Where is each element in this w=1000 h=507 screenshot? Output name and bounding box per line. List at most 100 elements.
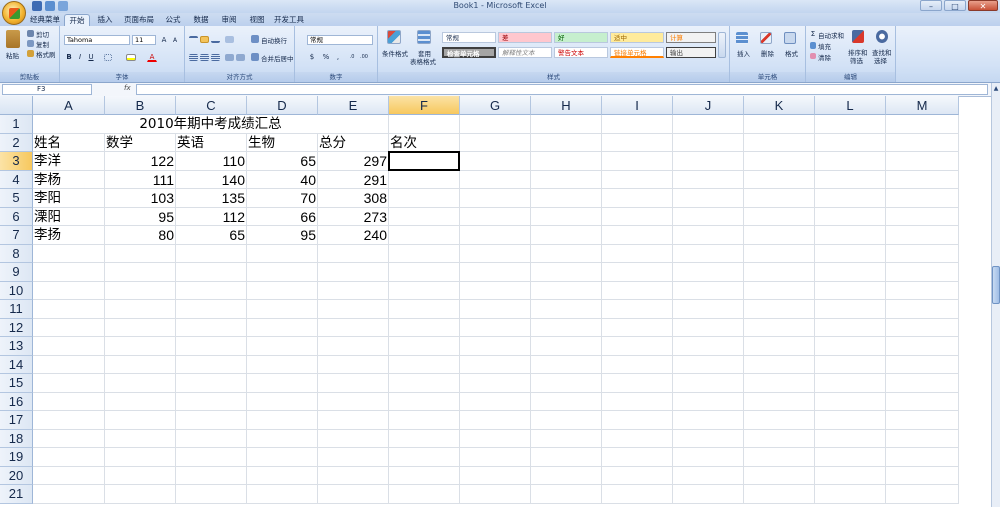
cell[interactable] xyxy=(460,133,531,152)
font-name-combo[interactable]: Tahoma xyxy=(64,35,130,45)
header-cell[interactable]: 名次 xyxy=(389,133,460,152)
cell[interactable] xyxy=(460,170,531,189)
cell[interactable] xyxy=(389,374,460,393)
cell[interactable] xyxy=(815,281,886,300)
cell[interactable] xyxy=(886,300,959,319)
format-cells-icon[interactable] xyxy=(784,32,796,44)
cell[interactable] xyxy=(105,392,176,411)
cell[interactable] xyxy=(389,115,460,134)
cell[interactable] xyxy=(460,189,531,208)
cell[interactable] xyxy=(176,318,247,337)
cell[interactable] xyxy=(531,485,602,504)
fill-button[interactable]: 填充 xyxy=(818,41,831,51)
cell[interactable] xyxy=(318,355,389,374)
row-header-15[interactable]: 15 xyxy=(0,374,33,393)
cell[interactable] xyxy=(105,318,176,337)
cell[interactable] xyxy=(815,263,886,282)
cut-button[interactable]: 剪切 xyxy=(36,29,49,39)
cell[interactable] xyxy=(531,226,602,245)
column-header-j[interactable]: J xyxy=(673,96,744,115)
cell[interactable] xyxy=(815,374,886,393)
align-middle-icon[interactable] xyxy=(200,36,209,43)
style-check-cell[interactable]: 检查单元格 xyxy=(442,47,496,58)
data-cell[interactable]: 80 xyxy=(105,226,176,245)
column-header-a[interactable]: A xyxy=(33,96,105,115)
cell[interactable] xyxy=(176,244,247,263)
cell[interactable] xyxy=(673,429,744,448)
format-painter-icon[interactable] xyxy=(27,50,34,57)
cell[interactable] xyxy=(744,466,815,485)
data-cell[interactable]: 40 xyxy=(247,170,318,189)
data-cell[interactable]: 李阳 xyxy=(33,189,105,208)
cell[interactable] xyxy=(886,429,959,448)
autosum-icon[interactable]: Σ xyxy=(808,29,818,39)
cell[interactable] xyxy=(602,337,673,356)
cell[interactable] xyxy=(105,244,176,263)
cell[interactable] xyxy=(531,429,602,448)
cell[interactable] xyxy=(673,300,744,319)
cell[interactable] xyxy=(886,263,959,282)
copy-icon[interactable] xyxy=(27,40,34,47)
wrap-text-button[interactable]: 自动换行 xyxy=(261,35,287,45)
cell[interactable] xyxy=(815,133,886,152)
cell[interactable] xyxy=(318,429,389,448)
style-output[interactable]: 输出 xyxy=(666,47,716,58)
cell[interactable] xyxy=(673,152,744,171)
cell[interactable] xyxy=(318,337,389,356)
row-header-6[interactable]: 6 xyxy=(0,207,33,226)
cell[interactable] xyxy=(886,355,959,374)
data-cell[interactable]: 溧阳 xyxy=(33,207,105,226)
cell[interactable] xyxy=(886,281,959,300)
cell[interactable] xyxy=(531,244,602,263)
cell[interactable] xyxy=(602,318,673,337)
cell[interactable] xyxy=(389,170,460,189)
cell[interactable] xyxy=(886,152,959,171)
cell[interactable] xyxy=(105,466,176,485)
cell[interactable] xyxy=(744,337,815,356)
data-cell[interactable]: 122 xyxy=(105,152,176,171)
cell[interactable] xyxy=(602,152,673,171)
find-select-button-line2[interactable]: 选择 xyxy=(874,55,887,65)
conditional-format-button[interactable]: 条件格式 xyxy=(382,48,408,58)
cell[interactable] xyxy=(673,337,744,356)
autosum-button[interactable]: 自动求和 xyxy=(818,30,844,40)
cell[interactable] xyxy=(886,318,959,337)
percent-icon[interactable]: % xyxy=(321,52,331,62)
tab-formulas[interactable]: 公式 xyxy=(160,14,186,26)
cell[interactable] xyxy=(744,115,815,134)
cell[interactable] xyxy=(602,281,673,300)
row-header-2[interactable]: 2 xyxy=(0,133,33,152)
cell[interactable] xyxy=(247,392,318,411)
cell[interactable] xyxy=(247,337,318,356)
cell[interactable] xyxy=(602,485,673,504)
column-header-c[interactable]: C xyxy=(176,96,247,115)
cell[interactable] xyxy=(744,170,815,189)
header-cell[interactable]: 姓名 xyxy=(33,133,105,152)
insert-cells-icon[interactable] xyxy=(736,32,748,44)
cell[interactable] xyxy=(673,355,744,374)
find-select-icon[interactable] xyxy=(876,30,888,43)
name-box[interactable]: F3 xyxy=(2,84,92,95)
cell[interactable] xyxy=(389,355,460,374)
data-cell[interactable]: 110 xyxy=(176,152,247,171)
cell[interactable] xyxy=(744,374,815,393)
style-normal[interactable]: 常规 xyxy=(442,32,496,43)
cell[interactable] xyxy=(744,355,815,374)
cell[interactable] xyxy=(105,355,176,374)
select-all-corner[interactable] xyxy=(0,96,33,115)
data-cell[interactable]: 135 xyxy=(176,189,247,208)
row-header-9[interactable]: 9 xyxy=(0,263,33,282)
tab-review[interactable]: 审阅 xyxy=(216,14,242,26)
cell[interactable] xyxy=(531,318,602,337)
cell[interactable] xyxy=(602,300,673,319)
cell[interactable] xyxy=(673,263,744,282)
cell[interactable] xyxy=(247,429,318,448)
cell[interactable] xyxy=(460,355,531,374)
cell[interactable] xyxy=(602,244,673,263)
cell[interactable] xyxy=(247,466,318,485)
cell[interactable] xyxy=(744,429,815,448)
data-cell[interactable]: 65 xyxy=(247,152,318,171)
cell[interactable] xyxy=(815,485,886,504)
cell[interactable] xyxy=(744,189,815,208)
cell[interactable] xyxy=(318,300,389,319)
